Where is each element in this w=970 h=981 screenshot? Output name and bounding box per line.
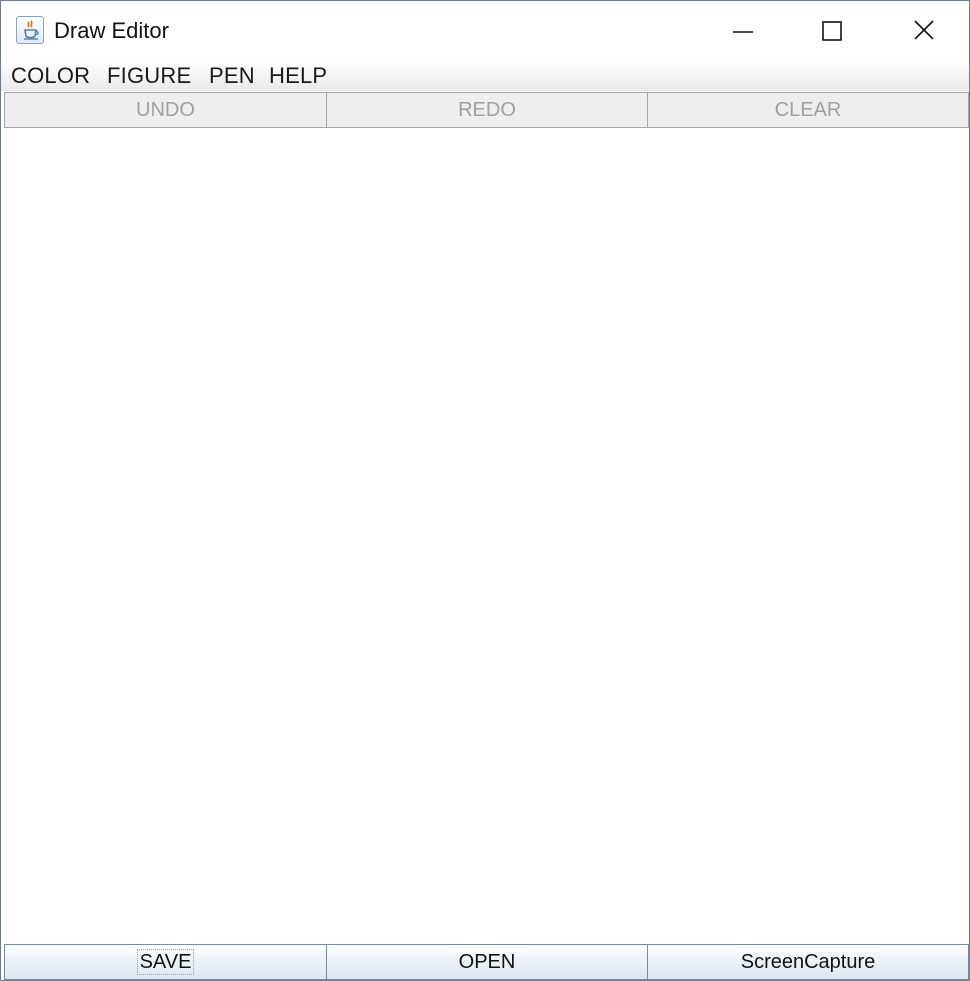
redo-button[interactable]: REDO (326, 92, 648, 128)
minimize-icon (733, 31, 753, 33)
close-icon (914, 20, 934, 40)
screen-capture-button[interactable]: ScreenCapture (647, 944, 969, 980)
maximize-button[interactable] (785, 1, 877, 61)
window-title: Draw Editor (54, 18, 169, 43)
save-button[interactable]: SAVE (4, 944, 327, 980)
undo-button[interactable]: UNDO (4, 92, 327, 128)
close-button[interactable] (877, 1, 969, 61)
menu-color[interactable]: COLOR (11, 61, 90, 91)
open-button[interactable]: OPEN (326, 944, 648, 980)
maximize-icon (822, 21, 842, 41)
menu-help[interactable]: HELP (269, 61, 327, 91)
save-button-label: SAVE (136, 949, 195, 975)
menu-bar: COLOR FIGURE PEN HELP (1, 61, 969, 91)
edit-toolbar: UNDO REDO CLEAR (4, 92, 969, 128)
title-bar[interactable]: Draw Editor (1, 1, 969, 61)
drawing-canvas[interactable] (4, 128, 969, 944)
menu-pen[interactable]: PEN (209, 61, 255, 91)
draw-editor-window: Draw Editor COLOR FIGURE PEN HELP UNDO R… (0, 0, 970, 981)
file-toolbar: SAVE OPEN ScreenCapture (4, 944, 969, 980)
minimize-button[interactable] (697, 1, 789, 61)
java-cup-icon[interactable] (16, 16, 44, 44)
clear-button[interactable]: CLEAR (647, 92, 969, 128)
menu-figure[interactable]: FIGURE (107, 61, 191, 91)
